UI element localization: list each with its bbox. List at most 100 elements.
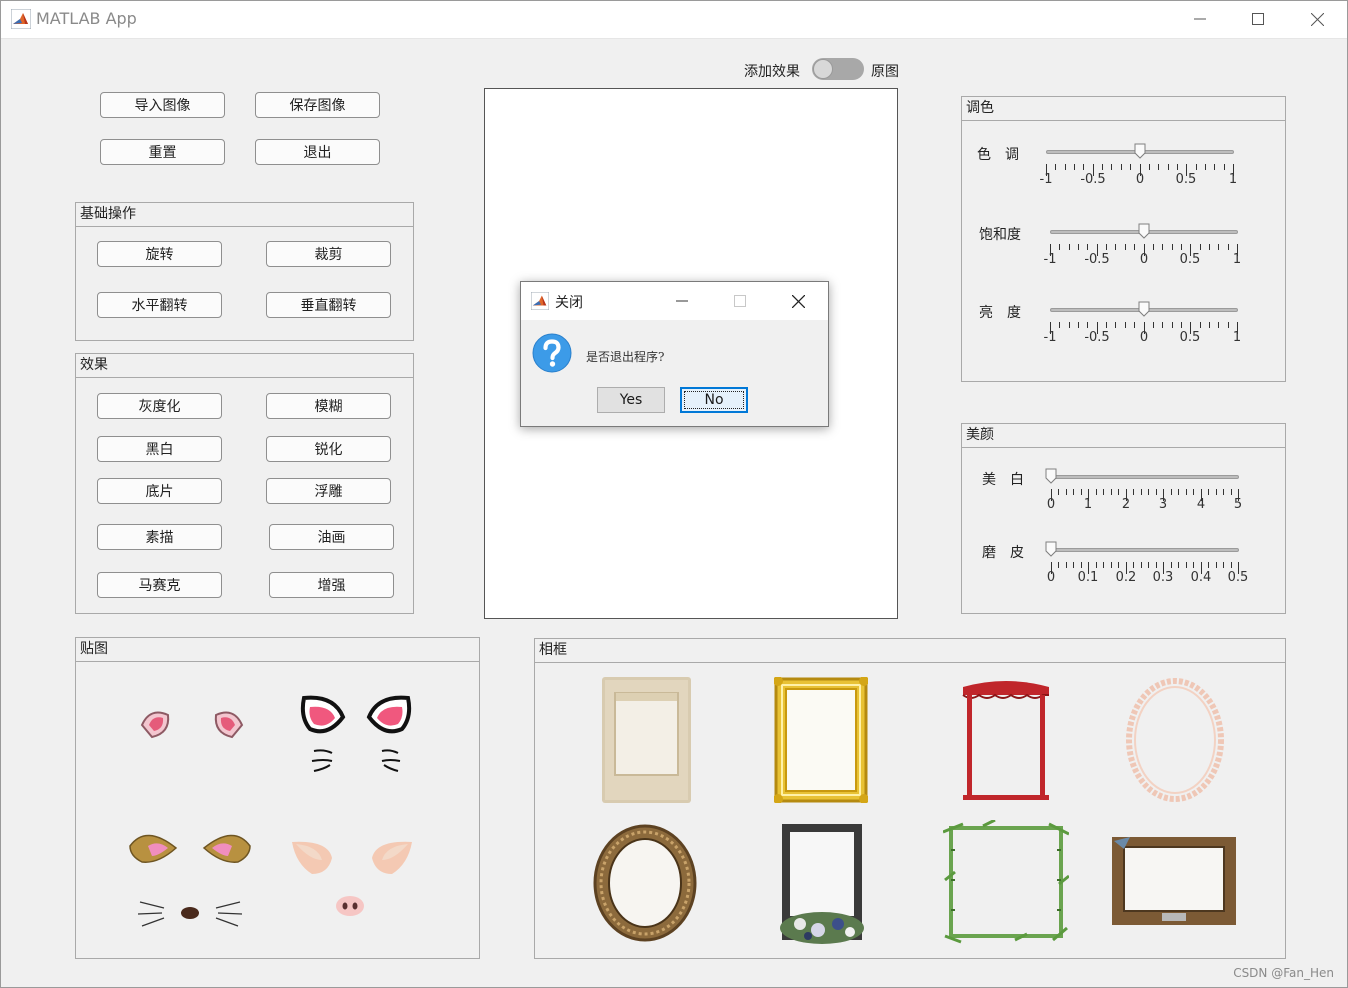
- pig-ears-nose-sticker[interactable]: [290, 838, 414, 920]
- minor-tick: [1228, 322, 1229, 328]
- whitening-slider[interactable]: 0 1 2 3 4 5: [1045, 468, 1242, 519]
- exit-confirm-dialog: 关闭 是否退出程序? Yes No: [520, 281, 829, 427]
- tick-label: 0.5: [1179, 330, 1201, 345]
- sharpen-button[interactable]: 锐化: [266, 436, 391, 462]
- minor-tick: [1181, 322, 1182, 328]
- minor-tick: [1103, 562, 1104, 568]
- tick-label: 4: [1196, 497, 1206, 512]
- red-gate-frame[interactable]: [959, 677, 1053, 803]
- no-button[interactable]: No: [680, 387, 748, 413]
- tick-label: -0.5: [1084, 330, 1110, 345]
- minor-tick: [1193, 489, 1194, 495]
- black-floral-frame[interactable]: [778, 820, 866, 944]
- brightness-slider[interactable]: -1 -0.5 0 0.5 1: [1044, 301, 1241, 352]
- minor-tick: [1153, 322, 1154, 328]
- minor-tick: [1087, 244, 1088, 250]
- slider-track[interactable]: [1051, 548, 1239, 552]
- tick-label: 0.5: [1227, 570, 1249, 585]
- oval-wood-frame[interactable]: [593, 823, 698, 943]
- rustic-wood-frame[interactable]: [1110, 835, 1238, 927]
- minor-tick: [1200, 322, 1201, 328]
- crop-button[interactable]: 裁剪: [266, 241, 391, 267]
- minor-tick: [1066, 562, 1067, 568]
- panel-title: 相框: [535, 639, 1285, 663]
- tick-label: 0.4: [1190, 570, 1212, 585]
- color-adjust-panel: 调色 色 调 -1 -0.5 0 0.5 1 饱和度 -1 -0.5 0 0.5 1 亮 度 -…: [961, 96, 1286, 382]
- grayscale-button[interactable]: 灰度化: [97, 393, 222, 419]
- dialog-minimize-button[interactable]: [653, 282, 711, 320]
- slider-thumb[interactable]: [1138, 301, 1150, 317]
- mosaic-button[interactable]: 马赛克: [97, 572, 222, 598]
- watermark: CSDN @Fan_Hen: [1233, 966, 1334, 980]
- bamboo-frame[interactable]: [943, 820, 1069, 944]
- panel-title: 基础操作: [76, 203, 413, 227]
- saturation-slider[interactable]: -1 -0.5 0 0.5 1: [1044, 223, 1242, 274]
- sketch-button[interactable]: 素描: [97, 524, 222, 550]
- tick-label: 0.3: [1152, 570, 1174, 585]
- minimize-button[interactable]: [1171, 0, 1229, 38]
- negative-button[interactable]: 底片: [97, 478, 222, 504]
- save-image-button[interactable]: 保存图像: [255, 92, 380, 118]
- panel-title: 美颜: [962, 424, 1285, 448]
- tick-label: 1: [1232, 252, 1242, 267]
- pink-oval-frame[interactable]: [1125, 677, 1225, 803]
- exit-button[interactable]: 退出: [255, 139, 380, 165]
- yes-button[interactable]: Yes: [597, 387, 665, 413]
- minor-tick: [1078, 244, 1079, 250]
- tick-label: 0: [1046, 570, 1056, 585]
- minor-tick: [1205, 164, 1206, 170]
- slider-thumb[interactable]: [1134, 143, 1146, 159]
- dialog-maximize-button: [711, 282, 769, 320]
- gold-ornate-frame[interactable]: [774, 677, 868, 803]
- rotate-button[interactable]: 旋转: [97, 241, 222, 267]
- minor-tick: [1065, 164, 1066, 170]
- minor-tick: [1196, 164, 1197, 170]
- minor-tick: [1168, 164, 1169, 170]
- horizontal-flip-button[interactable]: 水平翻转: [97, 292, 222, 318]
- blur-button[interactable]: 模糊: [266, 393, 391, 419]
- effect-toggle-switch[interactable]: [812, 58, 864, 80]
- maximize-button[interactable]: [1229, 0, 1287, 38]
- minor-tick: [1066, 489, 1067, 495]
- tick-label: 0: [1046, 497, 1056, 512]
- minor-tick: [1058, 489, 1059, 495]
- switch-knob[interactable]: [813, 59, 833, 79]
- slider-thumb[interactable]: [1045, 468, 1057, 484]
- minor-tick: [1148, 489, 1149, 495]
- close-window-button[interactable]: [1288, 0, 1346, 38]
- switch-right-label: 原图: [871, 64, 899, 80]
- tick-label: -0.5: [1084, 252, 1110, 267]
- reset-button[interactable]: 重置: [100, 139, 225, 165]
- vintage-paper-frame[interactable]: [602, 677, 691, 803]
- vertical-flip-button[interactable]: 垂直翻转: [266, 292, 391, 318]
- mouse-ears-whiskers-sticker[interactable]: [128, 826, 252, 934]
- minor-tick: [1172, 322, 1173, 328]
- enhance-button[interactable]: 增强: [269, 572, 394, 598]
- emboss-button[interactable]: 浮雕: [266, 478, 391, 504]
- import-image-button[interactable]: 导入图像: [100, 92, 225, 118]
- tick-label: 1: [1083, 497, 1093, 512]
- tick-label: 0.1: [1077, 570, 1099, 585]
- minor-tick: [1216, 489, 1217, 495]
- slider-thumb[interactable]: [1045, 541, 1057, 557]
- black-white-button[interactable]: 黑白: [97, 436, 222, 462]
- minor-tick: [1069, 244, 1070, 250]
- dialog-title-bar: 关闭: [521, 282, 828, 320]
- whitening-label: 美 白: [982, 472, 1024, 488]
- slider-track[interactable]: [1051, 475, 1239, 479]
- minor-tick: [1083, 164, 1084, 170]
- minor-tick: [1102, 164, 1103, 170]
- slider-thumb[interactable]: [1138, 223, 1150, 239]
- minor-tick: [1228, 244, 1229, 250]
- hue-slider[interactable]: -1 -0.5 0 0.5 1: [1040, 143, 1237, 194]
- minor-tick: [1059, 244, 1060, 250]
- oil-painting-button[interactable]: 油画: [269, 524, 394, 550]
- minor-tick: [1171, 489, 1172, 495]
- dialog-close-button[interactable]: [769, 282, 827, 320]
- minimize-icon: [676, 300, 688, 302]
- pink-ears-sticker[interactable]: [138, 703, 246, 743]
- hue-label: 色 调: [977, 147, 1019, 163]
- smoothing-slider[interactable]: 0 0.1 0.2 0.3 0.4 0.5: [1045, 541, 1248, 592]
- cat-ears-whiskers-sticker[interactable]: [298, 693, 414, 783]
- saturation-label: 饱和度: [979, 227, 1021, 243]
